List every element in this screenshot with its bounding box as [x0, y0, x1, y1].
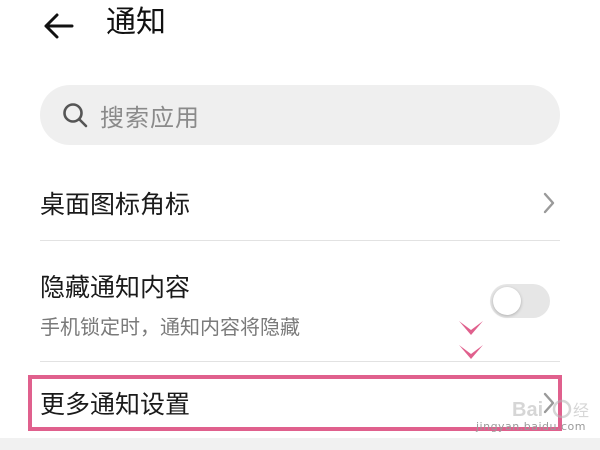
page-title: 通知 — [106, 5, 166, 40]
back-button[interactable] — [36, 4, 80, 48]
setting-label: 桌面图标角标 — [40, 190, 191, 219]
setting-row-badge[interactable]: 桌面图标角标 — [40, 175, 560, 231]
watermark-domain: jingyan.baidu.com — [475, 420, 586, 433]
setting-description: 手机锁定时，通知内容将隐藏 — [40, 315, 300, 339]
svg-text:经: 经 — [573, 402, 589, 420]
bottom-bar — [0, 438, 600, 450]
svg-text:Bai: Bai — [512, 399, 543, 421]
arrow-left-icon — [44, 13, 74, 39]
header: 通知 — [0, 0, 600, 60]
search-input[interactable]: 搜索应用 — [40, 85, 560, 145]
notification-settings-screen: 通知 搜索应用 桌面图标角标 隐藏通知内容 手机锁定时，通知内容将隐藏 更多通知… — [0, 0, 600, 450]
chevron-right-icon — [538, 188, 560, 218]
toggle-knob — [493, 287, 521, 315]
search-placeholder: 搜索应用 — [100, 103, 200, 132]
hide-content-toggle[interactable] — [490, 284, 550, 318]
setting-label: 隐藏通知内容 — [40, 273, 191, 302]
divider — [40, 240, 560, 241]
search-icon — [60, 100, 90, 130]
double-chevron-down-icon — [459, 321, 483, 359]
